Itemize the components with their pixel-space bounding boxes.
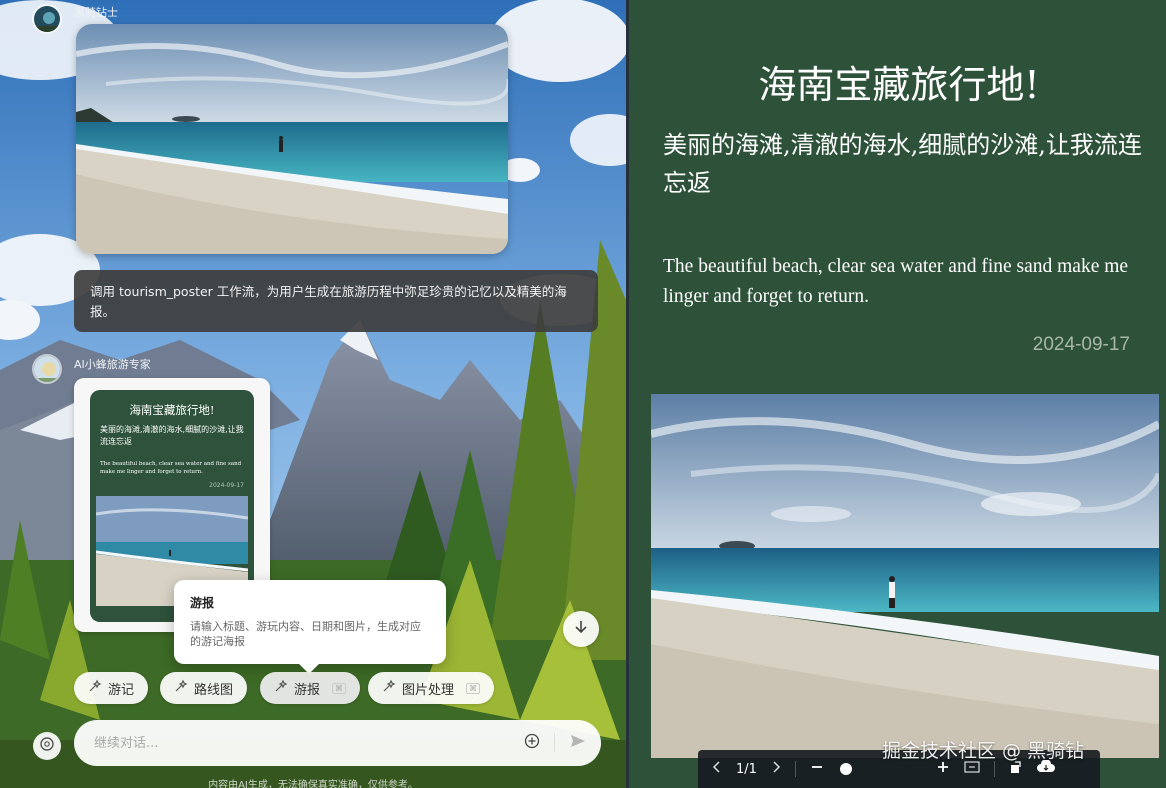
arrow-down-icon	[573, 619, 589, 639]
chip-label: 图片处理	[402, 682, 455, 698]
uploaded-beach-image[interactable]	[76, 24, 508, 254]
chip-image-processing[interactable]: 图片处理 ⌘	[368, 672, 495, 704]
tooltip-description: 请输入标题、游玩内容、日期和图片，生成对应的游记海报	[190, 620, 421, 648]
poster-thumb-date: 2024-09-17	[209, 482, 244, 489]
tooltip-title: 游报	[190, 596, 215, 610]
chip-label: 游报	[294, 682, 321, 698]
workflow-message: 调用 tourism_poster 工作流，为用户生成在旅游历程中弥足珍贵的记忆…	[74, 270, 598, 332]
chat-panel: 黑骑钻士 调用 tourism_poster 工作流，为用户生成在旅游历程中弥足…	[0, 0, 626, 788]
poster-subtitle: 美丽的海滩,清澈的海水,细腻的沙滩,让我流连忘返	[663, 131, 1142, 197]
chevron-right-icon[interactable]	[771, 761, 781, 777]
watermark-text: 掘金技术社区 @ 黑骑钻	[882, 740, 1085, 762]
poster-preview-panel: 海南宝藏旅行地! 美丽的海滩,清澈的海水,细腻的沙滩,让我流连忘返 The be…	[626, 0, 1166, 788]
chip-route-map[interactable]: 路线图	[160, 672, 248, 704]
user-name: 黑骑钻士	[74, 6, 118, 19]
chat-input-bar	[74, 720, 601, 766]
page-indicator: 1/1	[736, 761, 757, 777]
chip-label: 游记	[108, 682, 135, 698]
bot-name: AI小蜂旅游专家	[74, 358, 151, 371]
chip-travelogue[interactable]: 游记	[74, 672, 149, 704]
user-avatar[interactable]	[32, 4, 62, 34]
poster-english-text: The beautiful beach, clear sea water and…	[663, 256, 1129, 307]
plus-circle-icon[interactable]	[524, 733, 540, 753]
shortcut-icon: ⌘	[466, 682, 481, 694]
chip-label: 路线图	[194, 682, 234, 698]
bot-avatar[interactable]	[32, 354, 62, 384]
settings-button[interactable]	[33, 732, 61, 760]
zoom-out-icon[interactable]	[810, 760, 824, 778]
ai-disclaimer: 内容由AI生成，无法确保真实准确，仅供参考。	[208, 780, 418, 788]
toolbar-divider	[794, 761, 796, 777]
settings-icon	[39, 736, 55, 756]
poster-thumb-title: 海南宝藏旅行地!	[129, 403, 215, 417]
poster-tooltip: 游报 请输入标题、游玩内容、日期和图片，生成对应的游记海报	[174, 580, 446, 664]
send-icon[interactable]	[569, 732, 587, 754]
sparkle-icon	[382, 679, 396, 697]
poster-beach-image	[651, 394, 1159, 758]
input-divider	[554, 734, 555, 752]
poster-thumb-subtitle: 美丽的海滩,清澈的海水,细腻的沙滩,让我流连忘返	[100, 425, 244, 446]
poster-thumb-english: The beautiful beach, clear sea water and…	[100, 461, 242, 475]
shortcut-icon: ⌘	[332, 682, 347, 694]
scroll-to-bottom-button[interactable]	[563, 611, 599, 647]
chevron-left-icon[interactable]	[712, 761, 722, 777]
fit-icon[interactable]	[964, 761, 980, 777]
chip-travel-poster[interactable]: 游报 ⌘	[260, 672, 361, 704]
poster-date: 2024-09-17	[1032, 334, 1130, 355]
sparkle-icon	[274, 679, 288, 697]
toolbar-divider	[993, 761, 995, 777]
chat-input[interactable]	[94, 735, 524, 751]
poster-title: 海南宝藏旅行地!	[758, 63, 1040, 107]
sparkle-icon	[174, 679, 188, 697]
zoom-slider-thumb[interactable]	[839, 763, 852, 775]
zoom-slider[interactable]	[838, 762, 922, 776]
sparkle-icon	[88, 679, 102, 697]
